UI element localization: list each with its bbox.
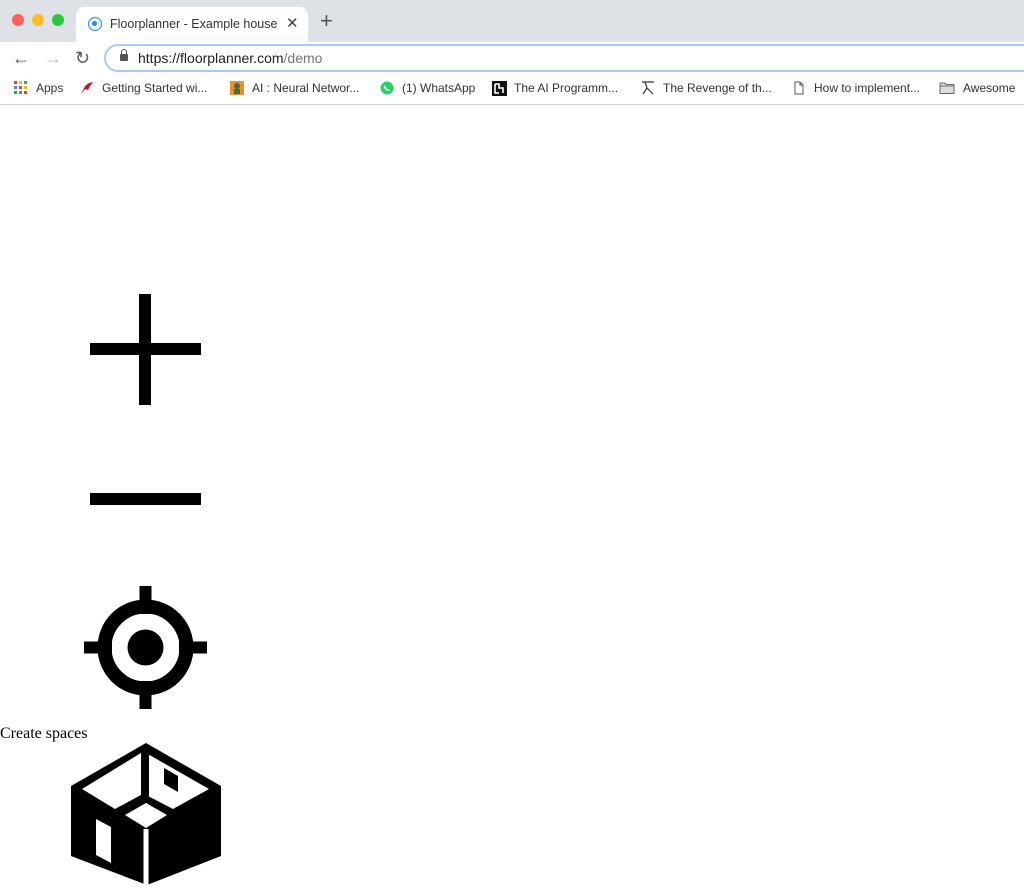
neural-network-favicon: [230, 81, 244, 95]
address-bar[interactable]: https://floorplanner.com/demo: [104, 44, 1024, 72]
bookmark-label: AI : Neural Networ...: [252, 81, 360, 95]
zoom-in-button[interactable]: [90, 294, 201, 405]
floorplanner-favicon: [88, 17, 102, 31]
document-icon: [792, 81, 806, 95]
zoom-out-button[interactable]: [90, 492, 201, 506]
back-button[interactable]: ←: [12, 47, 30, 69]
bookmark-label: (1) WhatsApp: [402, 81, 476, 95]
browser-tabstrip: Floorplanner - Example house ✕ +: [0, 0, 1024, 42]
url-host: floorplanner.com: [180, 50, 284, 66]
lock-icon: [120, 49, 128, 61]
minimize-window-button[interactable]: [32, 14, 44, 26]
reload-button[interactable]: ↻: [75, 47, 90, 69]
forward-button[interactable]: →: [44, 47, 62, 69]
bookmark-label: Awesome: [963, 81, 1016, 95]
whatsapp-icon: [380, 81, 394, 95]
browser-tab-active[interactable]: Floorplanner - Example house ✕: [76, 7, 308, 42]
bookmark-folder-awesome[interactable]: Awesome: [939, 81, 1015, 95]
bookmark-neural-networks[interactable]: AI : Neural Networ...: [230, 81, 359, 95]
browser-toolbar: ← → ↻ https://floorplanner.com/demo: [0, 42, 1024, 76]
bookmark-label: The Revenge of th...: [663, 81, 772, 95]
bookmark-ai-programmer[interactable]: The AI Programm...: [492, 81, 619, 96]
url-path: /demo: [283, 50, 323, 66]
bookmark-label: How to implement...: [814, 81, 921, 95]
folder-icon: [939, 81, 955, 95]
tab-title: Floorplanner - Example house: [110, 17, 278, 31]
url-text[interactable]: https://floorplanner.com/demo: [138, 50, 322, 66]
bookmark-how-to-implement[interactable]: How to implement...: [792, 81, 920, 95]
center-view-button[interactable]: [84, 586, 207, 709]
tab-close-icon[interactable]: ✕: [286, 14, 299, 32]
bookmark-whatsapp[interactable]: (1) WhatsApp: [380, 81, 475, 95]
url-scheme: https://: [138, 50, 181, 66]
ai-programmer-favicon: [492, 81, 507, 96]
isometric-room-icon: [71, 743, 221, 887]
bookmark-label: Getting Started wi...: [102, 81, 208, 95]
bookmarks-bar: Apps Getting Started wi... AI : Neural N…: [0, 76, 1024, 105]
minus-icon: [90, 493, 201, 505]
close-window-button[interactable]: [12, 14, 24, 26]
create-spaces-button[interactable]: [69, 741, 223, 887]
bookmark-getting-started[interactable]: Getting Started wi...: [80, 81, 207, 95]
bookmark-apps[interactable]: Apps: [14, 81, 63, 95]
apps-grid-icon: [14, 81, 28, 95]
new-tab-button[interactable]: +: [320, 10, 333, 32]
plus-icon: [90, 294, 201, 405]
revenge-favicon: [641, 81, 655, 95]
crosshair-icon: [84, 586, 207, 709]
bookmark-revenge[interactable]: The Revenge of th...: [641, 81, 772, 95]
bookmark-label: The AI Programm...: [514, 81, 619, 95]
bookmark-label: Apps: [36, 81, 64, 95]
maximize-window-button[interactable]: [52, 14, 64, 26]
getting-started-favicon: [80, 81, 94, 95]
